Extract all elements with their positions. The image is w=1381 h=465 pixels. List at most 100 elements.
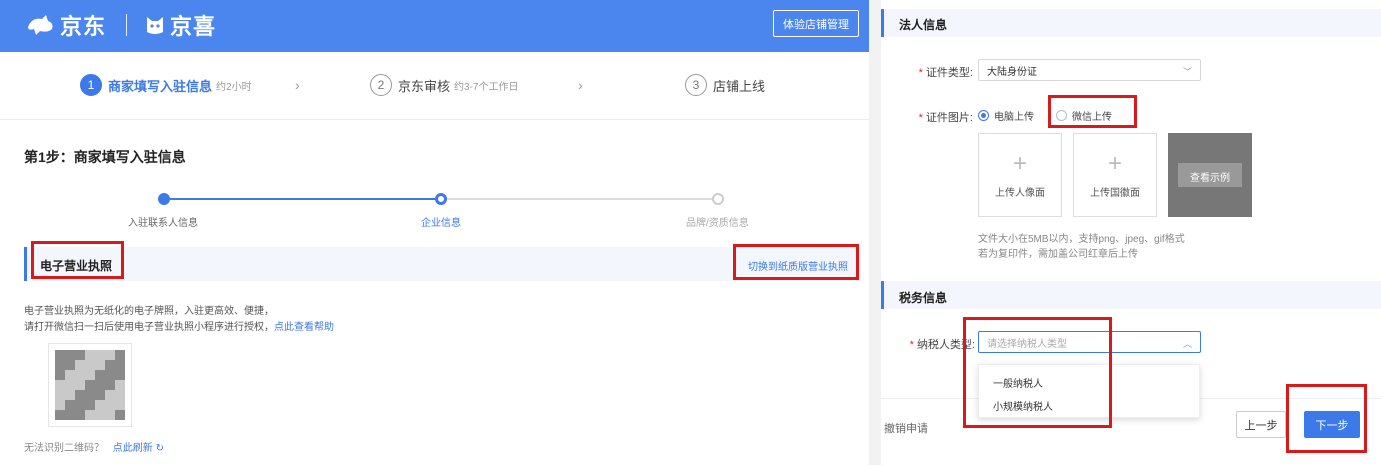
qr-cell <box>55 370 65 380</box>
qr-cell <box>55 400 65 410</box>
refresh-icon[interactable]: ↻ <box>156 443 164 454</box>
qr-cell <box>105 380 115 390</box>
legal-section-header <box>881 9 1381 37</box>
chevron-up-icon: ︿ <box>1182 339 1192 349</box>
step-2-number: 2 <box>370 74 392 96</box>
qr-cell <box>115 410 125 420</box>
id-type-label: * 证件类型: <box>911 64 973 80</box>
step-1: 1 商家填写入驻信息 约2小时 <box>80 74 252 96</box>
highlight-box <box>1286 384 1367 453</box>
qr-cell <box>105 370 115 380</box>
qr-cell <box>115 400 125 410</box>
qr-cell <box>65 400 75 410</box>
qr-cell <box>85 400 95 410</box>
tax-section-title: 税务信息 <box>899 291 948 305</box>
qr-cell <box>65 350 75 360</box>
qr-cell <box>85 370 95 380</box>
highlight-box <box>31 241 124 279</box>
qr-cell <box>105 400 115 410</box>
qr-refresh-link[interactable]: 点此刷新 <box>113 443 153 454</box>
qr-cell <box>85 350 95 360</box>
jd-brand-text: 京东 <box>60 14 107 39</box>
step-3: 3 店铺上线 <box>685 74 765 96</box>
qr-cell <box>65 380 75 390</box>
qr-cell <box>115 370 125 380</box>
license-desc-line2: 请打开微信扫一扫后使用电子营业执照小程序进行授权，点此查看帮助 <box>24 318 334 333</box>
id-type-value: 大陆身份证 <box>987 66 1037 78</box>
qr-cell <box>75 380 85 390</box>
qr-cell <box>55 350 65 360</box>
progress-line-todo <box>441 198 718 200</box>
highlight-box <box>1048 95 1137 128</box>
radio-pc-label: 电脑上传 <box>994 112 1034 123</box>
view-sample-label: 查看示例 <box>1190 173 1230 184</box>
qr-cell <box>75 370 85 380</box>
qr-cell <box>105 410 115 420</box>
jd-dog-icon <box>28 15 53 35</box>
top-steps: 1 商家填写入驻信息 约2小时 › 2 京东审核 约3-7个工作日 › 3 店铺… <box>0 52 869 120</box>
progress-line-done <box>164 198 441 200</box>
qr-cell <box>105 350 115 360</box>
upload-hint-1: 文件大小在5MB以内，支持png、jpeg、gif格式 <box>978 234 1185 245</box>
qr-cell <box>75 410 85 420</box>
cancel-application-link[interactable]: 撤销申请 <box>884 420 928 436</box>
id-image-label: * 证件图片: <box>911 109 973 125</box>
required-mark: * <box>918 67 923 79</box>
qr-cell <box>115 390 125 400</box>
qr-cell <box>75 350 85 360</box>
prev-step-button[interactable]: 上一步 <box>1236 411 1286 438</box>
upload-back-label: 上传国徽面 <box>1090 188 1140 199</box>
required-mark: * <box>909 339 914 351</box>
tax-section-header <box>881 281 1381 309</box>
panel-divider <box>869 0 881 465</box>
radio-pc-upload[interactable]: 电脑上传 <box>978 108 1034 123</box>
qr-cell <box>55 360 65 370</box>
qr-cell <box>75 390 85 400</box>
license-desc-line1: 电子营业执照为无纸化的电子牌照，入驻更高效、便捷， <box>24 306 274 317</box>
jd-logo[interactable]: 京东 <box>24 9 106 41</box>
id-image-label-text: 证件图片: <box>925 112 973 124</box>
qr-cell <box>95 360 105 370</box>
radio-checked-icon <box>978 110 989 121</box>
qr-cell <box>55 390 65 400</box>
qr-cell <box>75 360 85 370</box>
qr-cell <box>95 370 105 380</box>
qr-cell <box>85 360 95 370</box>
qr-cell <box>105 360 115 370</box>
step-2-label: 京东审核 <box>398 78 451 94</box>
qr-cell <box>105 390 115 400</box>
chevron-down-icon: ﹀ <box>1182 67 1192 77</box>
highlight-box <box>963 317 1112 428</box>
upload-front-label: 上传人像面 <box>995 188 1045 199</box>
qr-refresh-text: 无法识别二维码？ <box>24 443 104 454</box>
progress-label-company: 企业信息 <box>421 218 461 229</box>
qr-cell <box>65 360 75 370</box>
qr-cell <box>115 380 125 390</box>
upload-back-button[interactable]: + 上传国徽面 <box>1073 133 1157 217</box>
id-type-select[interactable]: 大陆身份证 ﹀ <box>978 59 1201 81</box>
highlight-box <box>733 244 859 280</box>
upload-front-button[interactable]: + 上传人像面 <box>978 133 1062 217</box>
upload-hint-2: 若为复印件，需加盖公司红章后上传 <box>978 249 1138 260</box>
step-2-hint: 约3-7个工作日 <box>454 81 519 93</box>
jx-logo[interactable]: 京喜 <box>144 9 216 41</box>
step-1-hint: 约2小时 <box>216 81 252 93</box>
legal-section-title: 法人信息 <box>899 18 948 32</box>
top-nav-bar: 京东 京喜 体验店铺管理 <box>0 0 869 52</box>
qr-cell <box>115 360 125 370</box>
store-manage-button[interactable]: 体验店铺管理 <box>773 10 859 37</box>
license-desc-text: 请打开微信扫一扫后使用电子营业执照小程序进行授权， <box>24 322 274 333</box>
qr-code <box>48 343 132 427</box>
qr-cell <box>95 410 105 420</box>
view-sample-button[interactable]: 查看示例 <box>1168 133 1252 217</box>
progress-dot-current <box>435 193 447 205</box>
left-panel: 京东 京喜 体验店铺管理 1 商家填写入驻信息 约2小时 › 2 京东审核 约3… <box>0 0 869 465</box>
step-1-number: 1 <box>80 74 102 96</box>
right-panel: 法人信息 * 证件类型: 大陆身份证 ﹀ * 证件图片: 电脑上传 微信上传 + 上… <box>881 0 1381 465</box>
help-link[interactable]: 点此查看帮助 <box>274 322 334 333</box>
qr-cell <box>85 410 95 420</box>
page-title: 第1步：商家填写入驻信息 <box>24 149 186 165</box>
progress-label-brand: 品牌/资质信息 <box>686 218 749 229</box>
step-1-label: 商家填写入驻信息 <box>108 78 213 94</box>
qr-cell <box>65 370 75 380</box>
